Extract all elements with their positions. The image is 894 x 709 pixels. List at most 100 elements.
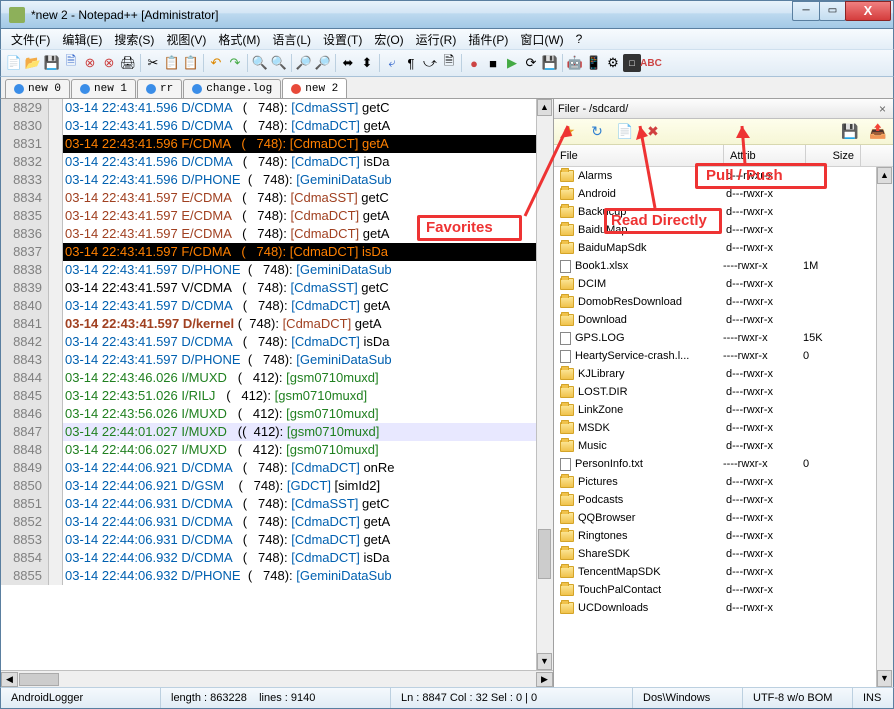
device-icon[interactable]: 📱 — [585, 54, 603, 72]
open-icon[interactable]: 📂 — [24, 54, 42, 72]
menu-item[interactable]: 视图(V) — [160, 29, 212, 50]
file-row[interactable]: HeartyService-crash.l...----rwxr-x0 — [554, 347, 893, 365]
fold-margin[interactable] — [49, 279, 63, 297]
wrap-icon[interactable]: ⤶ — [383, 54, 401, 72]
macro-stop-icon[interactable]: ■ — [484, 54, 502, 72]
filer-close-icon[interactable]: × — [876, 102, 889, 116]
fold-margin[interactable] — [49, 387, 63, 405]
code-line[interactable]: 883103-14 22:43:41.596 F/CDMA ( 748): [C… — [1, 135, 553, 153]
close-button[interactable]: X — [845, 1, 891, 21]
code-line[interactable]: 884703-14 22:44:01.027 I/MUXD (( 412): [… — [1, 423, 553, 441]
file-row[interactable]: Picturesd---rwxr-x — [554, 473, 893, 491]
code-content[interactable]: 03-14 22:43:41.597 D/PHONE ( 748): [Gemi… — [63, 261, 553, 279]
code-line[interactable]: 885003-14 22:44:06.921 D/GSM ( 748): [GD… — [1, 477, 553, 495]
file-row[interactable]: BaiduMapSdkd---rwxr-x — [554, 239, 893, 257]
code-line[interactable]: 884803-14 22:44:06.027 I/MUXD ( 412): [g… — [1, 441, 553, 459]
file-row[interactable]: GPS.LOG----rwxr-x15K — [554, 329, 893, 347]
code-line[interactable]: 885203-14 22:44:06.931 D/CDMA ( 748): [C… — [1, 513, 553, 531]
fold-margin[interactable] — [49, 351, 63, 369]
macro-save-icon[interactable]: 💾 — [541, 54, 559, 72]
editor-hscroll[interactable]: ◀ ▶ — [1, 670, 553, 687]
macro-play-icon[interactable]: ▶ — [503, 54, 521, 72]
code-content[interactable]: 03-14 22:43:41.597 F/CDMA ( 748): [CdmaD… — [63, 243, 553, 261]
new-icon[interactable]: 📄 — [5, 54, 23, 72]
menu-item[interactable]: ? — [570, 30, 589, 48]
menu-item[interactable]: 语言(L) — [266, 29, 317, 50]
code-content[interactable]: 03-14 22:43:41.597 D/PHONE ( 748): [Gemi… — [63, 351, 553, 369]
code-line[interactable]: 884603-14 22:43:56.026 I/MUXD ( 412): [g… — [1, 405, 553, 423]
code-content[interactable]: 03-14 22:44:06.931 D/CDMA ( 748): [CdmaS… — [63, 495, 553, 513]
fold-margin[interactable] — [49, 261, 63, 279]
file-row[interactable]: LOST.DIRd---rwxr-x — [554, 383, 893, 401]
sync-icon[interactable]: ⬌ — [339, 54, 357, 72]
tab[interactable]: rr — [137, 79, 182, 98]
minimize-button[interactable]: ─ — [792, 1, 820, 21]
code-content[interactable]: 03-14 22:43:56.026 I/MUXD ( 412): [gsm07… — [63, 405, 553, 423]
code-content[interactable]: 03-14 22:43:41.597 D/CDMA ( 748): [CdmaD… — [63, 333, 553, 351]
menu-item[interactable]: 窗口(W) — [514, 29, 569, 50]
closefile-icon[interactable]: ⊗ — [81, 54, 99, 72]
file-row[interactable]: QQBrowserd---rwxr-x — [554, 509, 893, 527]
scroll-up-icon[interactable]: ▲ — [537, 99, 552, 116]
indent-icon[interactable]: ⤻ — [421, 54, 439, 72]
file-row[interactable]: TouchPalContactd---rwxr-x — [554, 581, 893, 599]
file-row[interactable]: Podcastsd---rwxr-x — [554, 491, 893, 509]
fold-margin[interactable] — [49, 405, 63, 423]
copy-icon[interactable]: 📋 — [163, 54, 181, 72]
code-content[interactable]: 03-14 22:44:06.932 D/CDMA ( 748): [CdmaD… — [63, 549, 553, 567]
filer-vscroll[interactable]: ▲ ▼ — [876, 167, 893, 687]
code-line[interactable]: 883403-14 22:43:41.597 E/CDMA ( 748): [C… — [1, 189, 553, 207]
spellcheck-icon[interactable]: ABC — [642, 54, 660, 72]
code-content[interactable]: 03-14 22:44:06.921 D/GSM ( 748): [GDCT] … — [63, 477, 553, 495]
code-line[interactable]: 885403-14 22:44:06.932 D/CDMA ( 748): [C… — [1, 549, 553, 567]
code-content[interactable]: 03-14 22:43:41.596 D/CDMA ( 748): [CdmaD… — [63, 153, 553, 171]
lang-icon[interactable]: 🗎 — [440, 54, 458, 72]
menu-item[interactable]: 插件(P) — [462, 29, 514, 50]
code-content[interactable]: 03-14 22:43:41.596 D/CDMA ( 748): [CdmaS… — [63, 99, 553, 117]
code-line[interactable]: 883903-14 22:43:41.597 V/CDMA ( 748): [C… — [1, 279, 553, 297]
scroll-right-icon[interactable]: ▶ — [536, 672, 553, 687]
zoomout-icon[interactable]: 🔎 — [314, 54, 332, 72]
code-line[interactable]: 883803-14 22:43:41.597 D/PHONE ( 748): [… — [1, 261, 553, 279]
file-row[interactable]: DCIMd---rwxr-x — [554, 275, 893, 293]
zoomin-icon[interactable]: 🔎 — [295, 54, 313, 72]
file-row[interactable]: Downloadd---rwxr-x — [554, 311, 893, 329]
menu-item[interactable]: 运行(R) — [410, 29, 463, 50]
allchars-icon[interactable]: ¶ — [402, 54, 420, 72]
fold-margin[interactable] — [49, 117, 63, 135]
code-line[interactable]: 884203-14 22:43:41.597 D/CDMA ( 748): [C… — [1, 333, 553, 351]
code-content[interactable]: 03-14 22:44:06.921 D/CDMA ( 748): [CdmaD… — [63, 459, 553, 477]
fold-margin[interactable] — [49, 477, 63, 495]
file-row[interactable]: Book1.xlsx----rwxr-x1M — [554, 257, 893, 275]
code-line[interactable]: 884303-14 22:43:41.597 D/PHONE ( 748): [… — [1, 351, 553, 369]
refresh-icon[interactable]: ↻ — [588, 123, 606, 141]
code-content[interactable]: 03-14 22:44:01.027 I/MUXD (( 412): [gsm0… — [63, 423, 553, 441]
fold-margin[interactable] — [49, 441, 63, 459]
android-icon[interactable]: 🤖 — [566, 54, 584, 72]
file-row[interactable]: ShareSDKd---rwxr-x — [554, 545, 893, 563]
code-content[interactable]: 03-14 22:43:41.596 D/PHONE ( 748): [Gemi… — [63, 171, 553, 189]
code-content[interactable]: 03-14 22:43:41.597 V/CDMA ( 748): [CdmaS… — [63, 279, 553, 297]
file-row[interactable]: Ringtonesd---rwxr-x — [554, 527, 893, 545]
code-content[interactable]: 03-14 22:44:06.931 D/CDMA ( 748): [CdmaD… — [63, 531, 553, 549]
code-content[interactable]: 03-14 22:43:41.597 D/CDMA ( 748): [CdmaD… — [63, 297, 553, 315]
pull-icon[interactable]: 💾 — [841, 123, 859, 141]
fold-margin[interactable] — [49, 153, 63, 171]
code-content[interactable]: 03-14 22:43:46.026 I/MUXD ( 412): [gsm07… — [63, 369, 553, 387]
fold-margin[interactable] — [49, 315, 63, 333]
fold-margin[interactable] — [49, 225, 63, 243]
code-line[interactable]: 884903-14 22:44:06.921 D/CDMA ( 748): [C… — [1, 459, 553, 477]
code-content[interactable]: 03-14 22:44:06.027 I/MUXD ( 412): [gsm07… — [63, 441, 553, 459]
menu-item[interactable]: 文件(F) — [5, 29, 56, 50]
code-line[interactable]: 885503-14 22:44:06.932 D/PHONE ( 748): [… — [1, 567, 553, 585]
file-row[interactable]: DomobResDownloadd---rwxr-x — [554, 293, 893, 311]
redo-icon[interactable]: ↷ — [226, 54, 244, 72]
file-row[interactable]: UCDownloadsd---rwxr-x — [554, 599, 893, 617]
filer-list[interactable]: Alarmsd---rwxr-xAndroidd---rwxr-xBackucu… — [554, 167, 893, 687]
macro-rec-icon[interactable]: ● — [465, 54, 483, 72]
code-content[interactable]: 03-14 22:44:06.931 D/CDMA ( 748): [CdmaD… — [63, 513, 553, 531]
code-line[interactable]: 884103-14 22:43:41.597 D/kernel ( 748): … — [1, 315, 553, 333]
push-icon[interactable]: 📤 — [869, 123, 887, 141]
fold-margin[interactable] — [49, 567, 63, 585]
filer-scroll-down-icon[interactable]: ▼ — [877, 670, 892, 687]
